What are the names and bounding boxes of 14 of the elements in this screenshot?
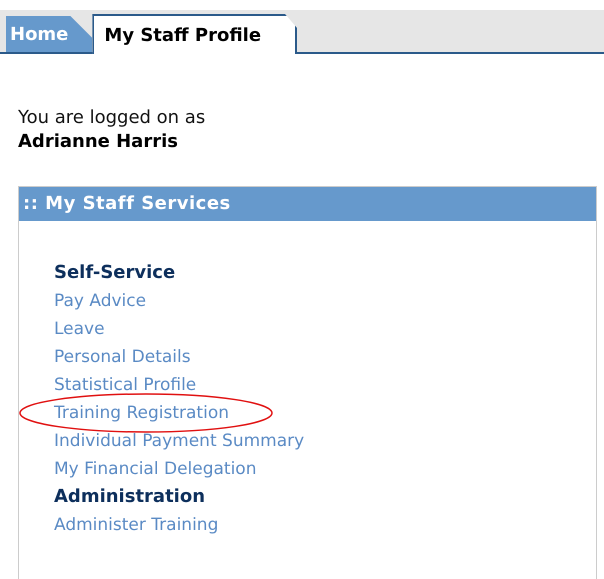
- panel-title: :: My Staff Services: [19, 187, 596, 221]
- tab[interactable]: Home: [6, 16, 92, 52]
- service-link[interactable]: Individual Payment Summary: [54, 427, 304, 455]
- tab[interactable]: My Staff Profile: [92, 14, 298, 54]
- service-link[interactable]: Pay Advice: [54, 287, 146, 315]
- service-link[interactable]: My Financial Delegation: [54, 455, 256, 483]
- user-name: Adrianne Harris: [18, 130, 179, 154]
- service-link[interactable]: Administer Training: [54, 511, 218, 539]
- service-link[interactable]: Statistical Profile: [54, 371, 196, 399]
- service-link[interactable]: Personal Details: [54, 343, 191, 371]
- login-caption: You are logged on as: [18, 106, 206, 130]
- service-link[interactable]: Leave: [54, 315, 105, 343]
- section-heading: Self-Service: [54, 261, 176, 285]
- section-heading: Administration: [54, 485, 206, 509]
